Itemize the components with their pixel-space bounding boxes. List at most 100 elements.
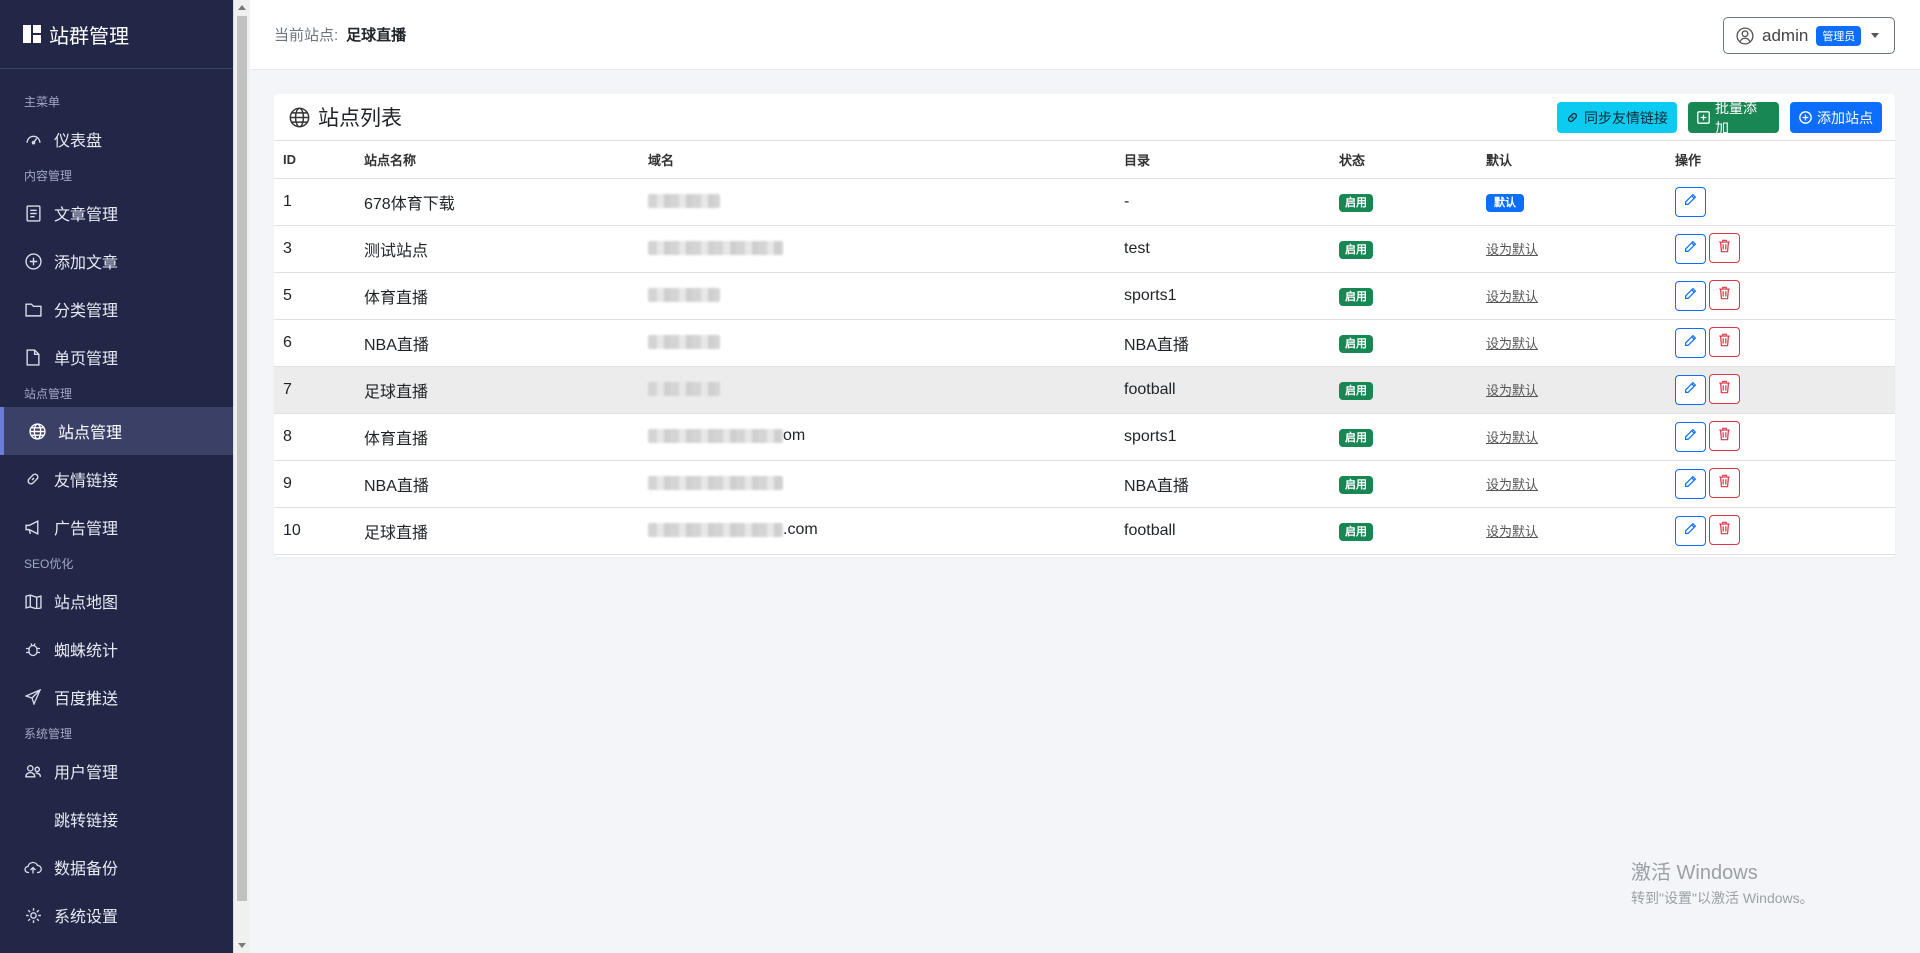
set-default-link[interactable]: 设为默认 (1486, 383, 1538, 398)
col-name: 站点名称 (364, 141, 648, 179)
brand[interactable]: 站群管理 (0, 0, 233, 69)
speedometer-icon (24, 130, 42, 148)
sidebar-item-baidu[interactable]: 百度推送 (0, 673, 233, 721)
edit-button[interactable] (1675, 468, 1706, 499)
sidebar-item-categories[interactable]: 分类管理 (0, 285, 233, 333)
cell-name: 测试站点 (364, 225, 648, 273)
current-site-name: 足球直播 (346, 27, 407, 44)
user-menu-button[interactable]: admin 管理员 (1723, 17, 1895, 54)
table-row: 1 678体育下载 - 启用 默认 (274, 178, 1895, 226)
role-badge: 管理员 (1816, 25, 1862, 46)
redacted-domain (648, 476, 783, 491)
scrollbar-thumb[interactable] (237, 16, 247, 901)
sidebar-item-spider[interactable]: 蜘蛛统计 (0, 625, 233, 673)
sidebar-item-sitemap[interactable]: 站点地图 (0, 577, 233, 625)
cell-name: 678体育下载 (364, 178, 648, 226)
sidebar-item-sites[interactable]: 站点管理 (0, 407, 233, 455)
delete-button[interactable] (1709, 327, 1740, 358)
scroll-down-icon[interactable] (238, 943, 246, 948)
sidebar-item-ads[interactable]: 广告管理 (0, 503, 233, 551)
edit-button[interactable] (1675, 374, 1706, 405)
sidebar-item-label: 站点管理 (58, 425, 123, 442)
top-bar: 当前站点: 足球直播 admin 管理员 (250, 0, 1920, 70)
edit-button[interactable] (1675, 515, 1706, 546)
set-default-link[interactable]: 设为默认 (1486, 477, 1538, 492)
dashboard-logo-icon (23, 25, 41, 43)
sidebar-scrollbar[interactable] (233, 0, 250, 953)
cell-domain (648, 366, 1124, 414)
sidebar-item-pages[interactable]: 单页管理 (0, 333, 233, 381)
col-id: ID (274, 141, 364, 179)
sidebar-item-label: 单页管理 (54, 351, 119, 368)
edit-button[interactable] (1675, 233, 1706, 264)
sidebar-item-users[interactable]: 用户管理 (0, 747, 233, 795)
cell-directory: - (1124, 178, 1339, 226)
col-status: 状态 (1339, 141, 1486, 179)
link-icon (24, 470, 42, 488)
cell-id: 9 (274, 460, 364, 508)
add-site-button[interactable]: 添加站点 (1790, 102, 1882, 133)
cell-actions (1675, 319, 1895, 367)
cell-directory: football (1124, 366, 1339, 414)
redacted-domain (648, 382, 720, 397)
cell-status: 启用 (1339, 460, 1486, 508)
username: admin (1762, 25, 1809, 45)
sidebar-item-label: 系统设置 (54, 909, 119, 926)
cell-domain (648, 178, 1124, 226)
section-content: 内容管理 (24, 169, 73, 183)
set-default-link[interactable]: 设为默认 (1486, 524, 1538, 539)
set-default-link[interactable]: 设为默认 (1486, 430, 1538, 445)
globe-icon (289, 107, 310, 128)
sidebar-item-settings[interactable]: 系统设置 (0, 891, 233, 939)
watermark-subtitle: 转到"设置"以激活 Windows。 (1631, 890, 1814, 906)
bug-icon (24, 640, 42, 658)
sidebar-item-articles[interactable]: 文章管理 (0, 189, 233, 237)
delete-button[interactable] (1709, 374, 1740, 405)
cell-name: 足球直播 (364, 366, 648, 414)
section-site: 站点管理 (24, 387, 73, 401)
trash-icon (1718, 474, 1731, 493)
edit-button[interactable] (1675, 421, 1706, 452)
sidebar-item-add-article[interactable]: 添加文章 (0, 237, 233, 285)
table-row: 10 足球直播 .com football 启用 设为默认 (274, 507, 1895, 555)
megaphone-icon (24, 518, 42, 536)
edit-button[interactable] (1675, 280, 1706, 311)
delete-button[interactable] (1709, 515, 1740, 546)
edit-button[interactable] (1675, 186, 1706, 217)
delete-button[interactable] (1709, 468, 1740, 499)
sidebar-item-label: 站点地图 (54, 595, 119, 612)
sidebar-item-dashboard[interactable]: 仪表盘 (0, 115, 233, 163)
set-default-link[interactable]: 设为默认 (1486, 242, 1538, 257)
default-badge: 默认 (1486, 193, 1524, 212)
cell-default: 设为默认 (1486, 272, 1675, 320)
sidebar-item-backup[interactable]: 数据备份 (0, 843, 233, 891)
cell-directory: football (1124, 507, 1339, 555)
cell-actions (1675, 460, 1895, 508)
cloud-upload-icon (24, 858, 42, 876)
sidebar: 站群管理 主菜单 仪表盘 内容管理 文章管理 添加文章 分类管理 单页管理 站点… (0, 0, 233, 953)
delete-button[interactable] (1709, 233, 1740, 264)
document-icon (24, 204, 42, 222)
pencil-icon (1684, 475, 1697, 493)
sync-links-button[interactable]: 同步友情链接 (1557, 102, 1677, 133)
table-row: 8 体育直播 om sports1 启用 设为默认 (274, 413, 1895, 461)
delete-button[interactable] (1709, 280, 1740, 311)
plus-circle-icon (24, 252, 42, 270)
delete-button[interactable] (1709, 421, 1740, 452)
map-icon (24, 592, 42, 610)
set-default-link[interactable]: 设为默认 (1486, 336, 1538, 351)
sidebar-item-links[interactable]: 友情链接 (0, 455, 233, 503)
edit-button[interactable] (1675, 327, 1706, 358)
globe-icon (28, 422, 46, 440)
sidebar-item-label: 友情链接 (54, 473, 119, 490)
set-default-link[interactable]: 设为默认 (1486, 289, 1538, 304)
pencil-icon (1684, 381, 1697, 399)
domain-suffix: .com (783, 521, 818, 539)
scroll-up-icon[interactable] (238, 5, 246, 10)
domain-suffix: om (783, 427, 806, 445)
col-default: 默认 (1486, 141, 1675, 179)
status-badge: 启用 (1339, 522, 1373, 541)
batch-add-button[interactable]: 批量添加 (1688, 100, 1779, 136)
cell-id: 1 (274, 178, 364, 226)
sidebar-item-redirect[interactable]: 跳转链接 (0, 795, 233, 843)
